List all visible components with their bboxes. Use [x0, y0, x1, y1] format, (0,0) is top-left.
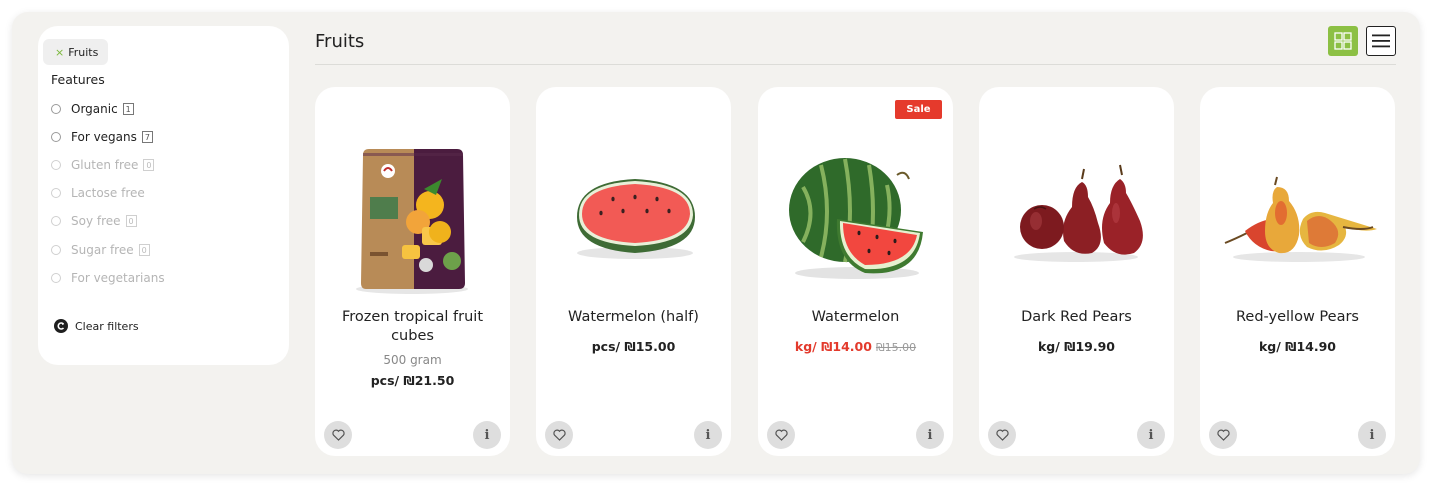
- add-to-favorites-button[interactable]: [988, 421, 1016, 449]
- feature-option-soy-free: Soy free 0: [51, 212, 137, 230]
- radio-icon: [51, 160, 61, 170]
- feature-option-for-vegetarians: For vegetarians: [51, 269, 165, 287]
- info-icon: i: [1369, 427, 1375, 443]
- feature-label: Organic: [71, 102, 118, 116]
- add-to-favorites-button[interactable]: [1209, 421, 1237, 449]
- product-price: pcs/ ₪15.00: [591, 339, 676, 354]
- feature-label: Lactose free: [71, 186, 145, 200]
- info-icon: i: [927, 427, 933, 443]
- active-filter-label: Fruits: [68, 45, 99, 59]
- heart-icon: [552, 429, 566, 441]
- sale-badge: Sale: [895, 100, 942, 119]
- heart-icon: [331, 429, 345, 441]
- product-card-red-yellow-pears[interactable]: Red-yellow Pears kg/ ₪14.90 i: [1200, 87, 1395, 456]
- product-card-frozen-tropical-fruit-cubes[interactable]: Frozen tropical fruit cubes 500 gram pcs…: [315, 87, 510, 456]
- heart-icon: [774, 429, 788, 441]
- page-title: Fruits: [315, 31, 365, 52]
- clear-filters-label: Clear filters: [75, 319, 139, 333]
- product-price: kg/ ₪19.90: [1037, 339, 1116, 354]
- red-pears-image: [1014, 164, 1143, 262]
- feature-label: Gluten free: [71, 158, 139, 172]
- feature-option-lactose-free: Lactose free: [51, 184, 145, 202]
- watermelon-image: [789, 158, 923, 279]
- feature-count: 7: [141, 131, 153, 143]
- heart-icon: [1216, 429, 1230, 441]
- radio-icon: [51, 245, 61, 255]
- remove-filter-icon[interactable]: ×: [55, 46, 64, 59]
- product-weight: 500 gram: [383, 353, 442, 367]
- reset-icon: [54, 319, 68, 333]
- list-view-icon: [1372, 34, 1390, 48]
- original-price: ₪15.00: [875, 341, 917, 354]
- product-card-dark-red-pears[interactable]: Dark Red Pears kg/ ₪19.90 i: [979, 87, 1174, 456]
- add-to-favorites-button[interactable]: [324, 421, 352, 449]
- radio-icon: [51, 273, 61, 283]
- product-name[interactable]: Dark Red Pears: [989, 308, 1164, 327]
- product-card-watermelon-half[interactable]: Watermelon (half) pcs/ ₪15.00 i: [536, 87, 731, 456]
- feature-option-gluten-free: Gluten free 0: [51, 156, 155, 174]
- feature-option-for-vegans[interactable]: For vegans 7: [51, 128, 153, 146]
- features-heading: Features: [51, 72, 105, 87]
- grid-view-button[interactable]: [1328, 26, 1358, 56]
- grid-view-icon: [1334, 32, 1352, 50]
- info-icon: i: [1148, 427, 1154, 443]
- feature-label: For vegans: [71, 130, 137, 144]
- radio-icon: [51, 188, 61, 198]
- info-icon: i: [705, 427, 711, 443]
- product-price: kg/ ₪14.00 ₪15.00: [758, 339, 953, 354]
- product-price: kg/ ₪14.90: [1258, 339, 1337, 354]
- product-info-button[interactable]: i: [1137, 421, 1165, 449]
- sale-price: kg/ ₪14.00: [794, 339, 872, 354]
- feature-label: Soy free: [71, 214, 121, 228]
- product-info-button[interactable]: i: [694, 421, 722, 449]
- product-price: pcs/ ₪21.50: [370, 373, 455, 388]
- feature-count: 0: [125, 215, 137, 227]
- radio-icon: [51, 216, 61, 226]
- radio-icon[interactable]: [51, 132, 61, 142]
- heart-icon: [995, 429, 1009, 441]
- fruit-bag-image: [356, 149, 468, 294]
- radio-icon[interactable]: [51, 104, 61, 114]
- product-name[interactable]: Red-yellow Pears: [1210, 308, 1385, 327]
- add-to-favorites-button[interactable]: [767, 421, 795, 449]
- feature-count: 1: [122, 103, 134, 115]
- active-filter-chip[interactable]: × Fruits: [43, 39, 109, 65]
- half-watermelon-image: [577, 179, 695, 259]
- feature-count: 0: [143, 159, 155, 171]
- feature-option-organic[interactable]: Organic 1: [51, 100, 134, 118]
- product-name[interactable]: Frozen tropical fruit cubes: [325, 308, 500, 346]
- product-info-button[interactable]: i: [473, 421, 501, 449]
- feature-label: Sugar free: [71, 243, 134, 257]
- feature-label: For vegetarians: [71, 271, 165, 285]
- add-to-favorites-button[interactable]: [545, 421, 573, 449]
- feature-count: 0: [138, 244, 150, 256]
- feature-option-sugar-free: Sugar free 0: [51, 241, 150, 259]
- list-view-button[interactable]: [1366, 26, 1396, 56]
- filter-sidebar: × Fruits Features Organic 1 For vegans 7…: [38, 26, 289, 365]
- yellow-pears-image: [1224, 176, 1377, 262]
- clear-filters-button[interactable]: Clear filters: [54, 319, 139, 333]
- product-card-watermelon[interactable]: Sale Watermelon kg/ ₪14.00 ₪15.00 i: [758, 87, 953, 456]
- product-name[interactable]: Watermelon (half): [546, 308, 721, 327]
- product-info-button[interactable]: i: [1358, 421, 1386, 449]
- product-info-button[interactable]: i: [916, 421, 944, 449]
- info-icon: i: [484, 427, 490, 443]
- header-divider: [315, 64, 1396, 65]
- product-name[interactable]: Watermelon: [768, 308, 943, 327]
